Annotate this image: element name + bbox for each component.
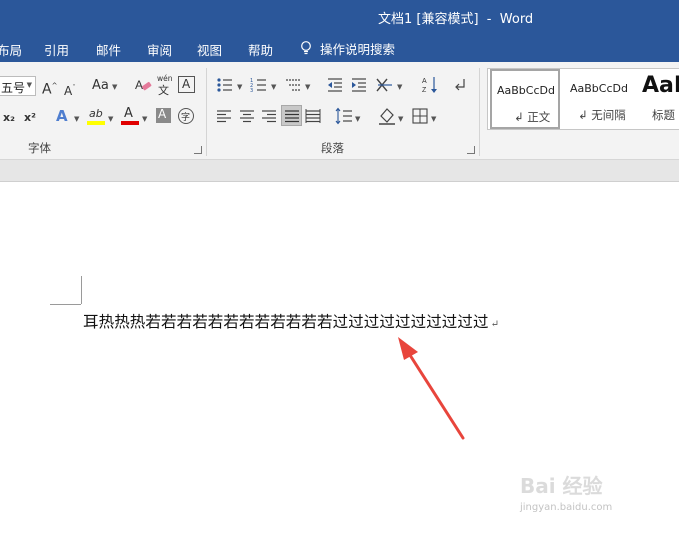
watermark-url: jingyan.baidu.com (520, 502, 613, 513)
annotation-arrow (398, 337, 465, 440)
baidu-jingyan-watermark: Bai 经验 jingyan.baidu.com (520, 462, 660, 522)
watermark-logo-text: Bai 经验 (520, 474, 603, 498)
